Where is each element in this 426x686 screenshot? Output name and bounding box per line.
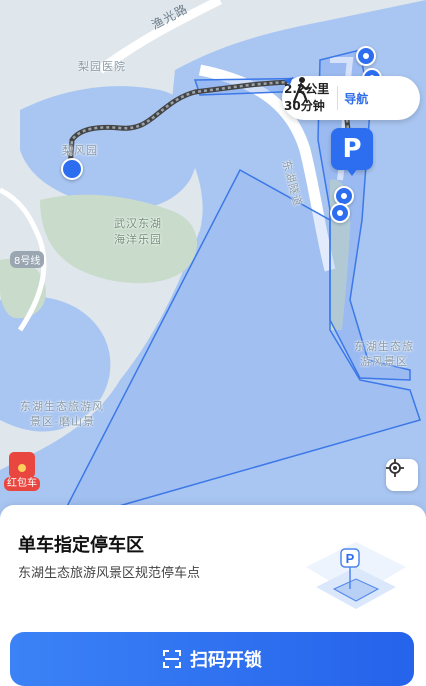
red-packet-label: 红包车 bbox=[4, 477, 40, 491]
ocean-park-label-line2: 海洋乐园 bbox=[114, 233, 162, 246]
navigation-arrow-icon bbox=[283, 77, 293, 87]
hospital-label: 梨园医院 bbox=[78, 60, 126, 73]
sheet-title: 单车指定停车区 bbox=[18, 535, 144, 556]
navigate-label: 导航 bbox=[344, 91, 369, 106]
illustration-p-label: P bbox=[346, 551, 355, 566]
route-info-bubble: 2.2公里 30分钟 导航 bbox=[282, 76, 420, 120]
parking-info-sheet: 单车指定停车区 东湖生态旅游风景区规范停车点 P 扫码开锁 bbox=[0, 505, 426, 686]
scan-unlock-button[interactable]: 扫码开锁 bbox=[10, 632, 414, 686]
garden-label: 梨风园 bbox=[62, 144, 98, 157]
ocean-park-label-line1: 武汉东湖 bbox=[114, 217, 162, 230]
scenic-area-right-line2: 游风景区 bbox=[360, 355, 408, 368]
scan-frame-icon bbox=[163, 650, 181, 668]
parking-marker[interactable]: P bbox=[331, 128, 373, 170]
map-view[interactable]: 渔光路 梨园医院 梨风园 武汉东湖 海洋乐园 东湖隧道 东湖生态旅 游风景区 东… bbox=[0, 0, 426, 520]
bike-marker[interactable] bbox=[330, 203, 350, 223]
scenic-area-right-line1: 东湖生态旅 bbox=[354, 340, 414, 353]
locate-button[interactable] bbox=[386, 459, 418, 491]
red-envelope-icon bbox=[9, 452, 35, 478]
bike-marker[interactable] bbox=[356, 46, 376, 66]
red-packet-bike-button[interactable]: 红包车 bbox=[4, 452, 40, 492]
parking-p-icon: P bbox=[342, 134, 362, 164]
scenic-area-left-line1: 东湖生态旅游风 bbox=[20, 400, 104, 413]
route-divider bbox=[337, 86, 339, 110]
locate-crosshair-icon bbox=[386, 459, 404, 477]
scenic-area-left-line2: 景区-磨山景 bbox=[30, 415, 95, 428]
user-location-dot bbox=[61, 158, 83, 180]
parking-marker-pointer bbox=[346, 168, 358, 176]
parking-zone-illustration: P bbox=[306, 542, 406, 609]
sheet-subtitle: 东湖生态旅游风景区规范停车点 bbox=[18, 566, 201, 581]
navigate-button[interactable]: 导航 bbox=[283, 77, 369, 107]
metro-line-badge: 8号线 bbox=[10, 251, 45, 268]
scan-unlock-label: 扫码开锁 bbox=[190, 650, 262, 671]
